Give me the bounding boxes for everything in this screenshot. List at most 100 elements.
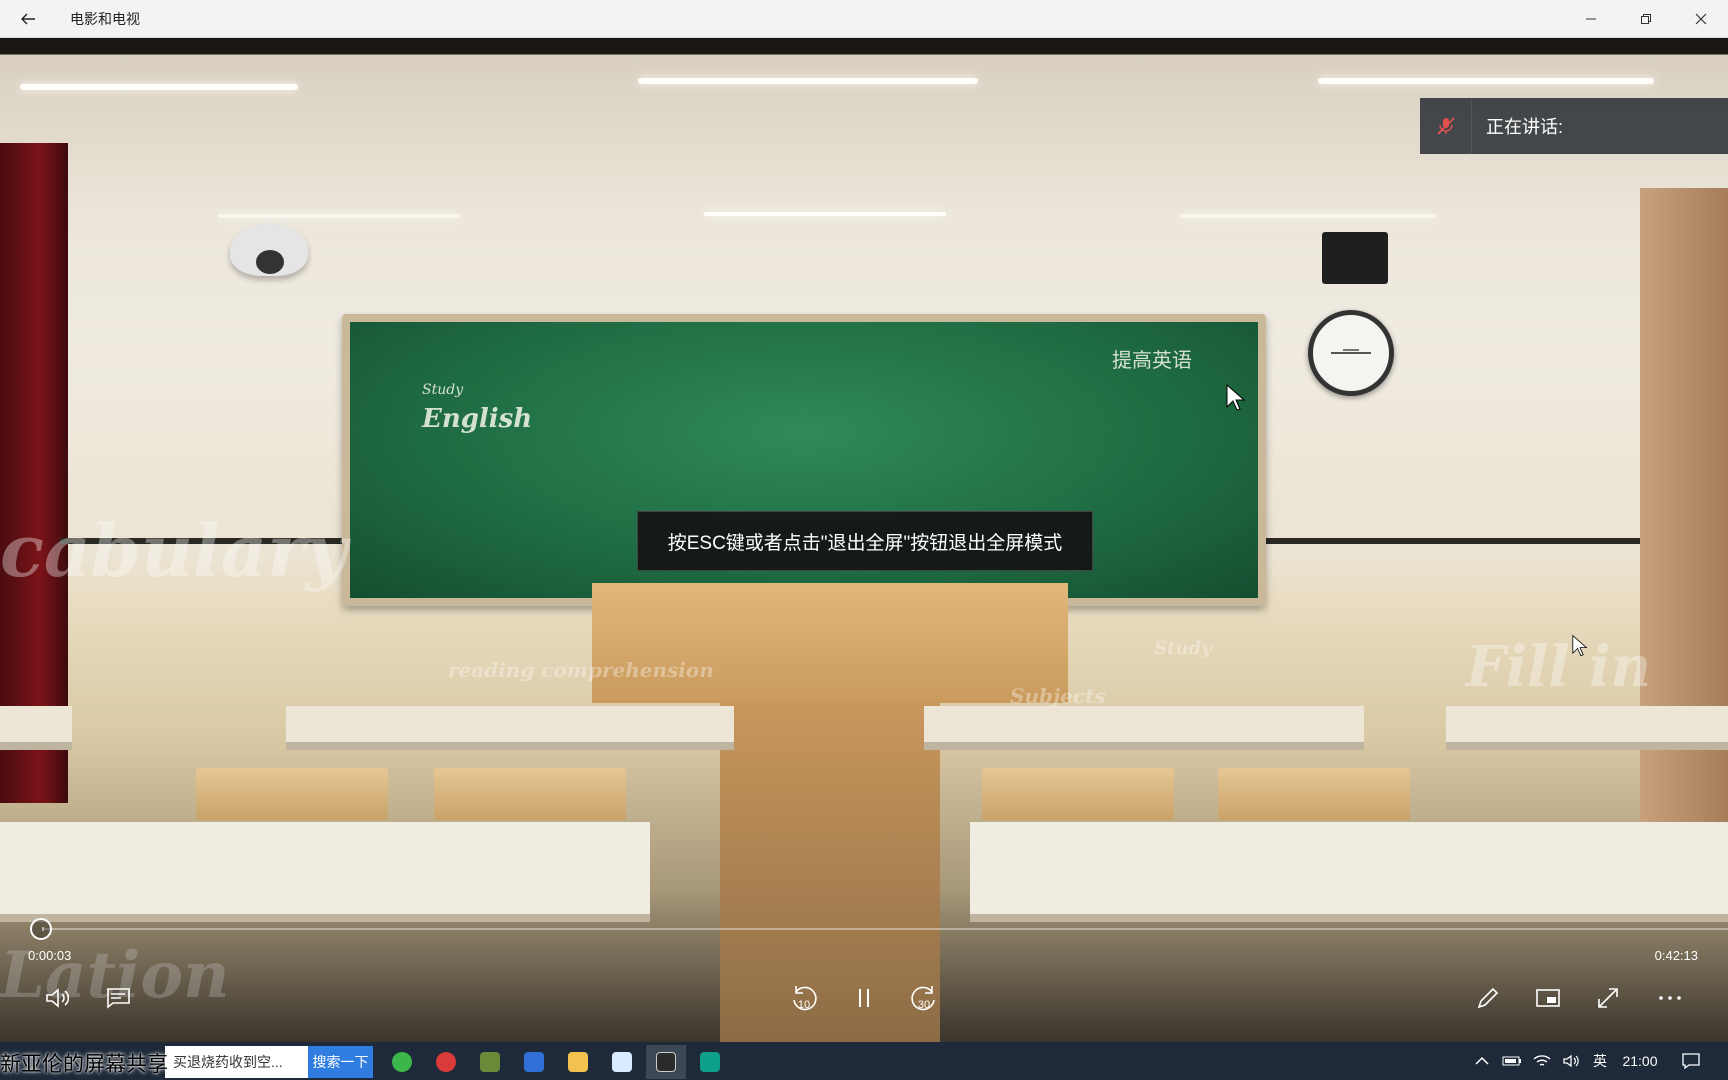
subtitles-icon xyxy=(107,988,130,1009)
tray-battery[interactable] xyxy=(1498,1042,1526,1080)
clapperboard-icon xyxy=(656,1052,676,1072)
chalk-study: Study xyxy=(422,382,464,398)
app-red-icon xyxy=(436,1052,456,1072)
taskbar-app-1[interactable] xyxy=(382,1045,422,1079)
minimize-icon xyxy=(1585,18,1596,19)
subtitles-button[interactable] xyxy=(96,978,140,1018)
folder-icon xyxy=(568,1052,588,1072)
taskbar-app-4[interactable] xyxy=(514,1045,554,1079)
skip-forward-button[interactable]: 30 xyxy=(902,978,946,1018)
app-blue-icon xyxy=(524,1052,544,1072)
watermark-text: reading comprehension xyxy=(448,658,714,682)
tray-volume[interactable] xyxy=(1558,1042,1586,1080)
back-arrow-icon xyxy=(21,13,35,24)
mini-view-button[interactable] xyxy=(1526,978,1570,1018)
desk xyxy=(286,706,734,750)
side-wall xyxy=(1640,188,1728,888)
ceiling-light xyxy=(704,212,946,216)
skip-back-icon: 10 xyxy=(793,986,817,1011)
minimize-button[interactable] xyxy=(1563,0,1618,38)
speaking-label: 正在讲话: xyxy=(1486,117,1564,137)
close-icon xyxy=(1695,13,1706,24)
ceiling-light xyxy=(20,84,298,90)
desk xyxy=(0,822,650,922)
mouse-cursor-icon xyxy=(1572,634,1588,657)
ceiling-light xyxy=(1318,78,1654,84)
taskbar-app-6[interactable] xyxy=(602,1045,642,1079)
taskbar-app-3[interactable] xyxy=(470,1045,510,1079)
seek-thumb[interactable] xyxy=(30,918,52,940)
ceiling-light xyxy=(1180,214,1436,218)
taskbar-file-explorer[interactable] xyxy=(558,1045,598,1079)
security-camera xyxy=(230,224,308,276)
watermark-text: Fill in xyxy=(1466,634,1652,700)
fullscreen-icon xyxy=(1598,988,1618,1008)
ime-label: 英 xyxy=(1593,1053,1607,1069)
curtain xyxy=(0,143,68,803)
fullscreen-button[interactable] xyxy=(1586,978,1630,1018)
search-text: 买退烧药收到空... xyxy=(173,1054,283,1070)
seek-bar[interactable] xyxy=(42,928,1728,930)
tray-clock[interactable]: 21:00 xyxy=(1614,1042,1666,1080)
wall-clock xyxy=(1308,310,1394,396)
taskbar-app-8[interactable] xyxy=(690,1045,730,1079)
chalk-chinese: 提高英语 xyxy=(1112,348,1192,372)
more-options-button[interactable] xyxy=(1648,978,1692,1018)
watermark-text: Study xyxy=(1154,638,1212,659)
watermark-text: Subjects xyxy=(1010,684,1106,708)
desk xyxy=(924,706,1364,750)
desk xyxy=(1446,706,1728,750)
current-time: 0:00:03 xyxy=(28,948,72,963)
chair xyxy=(196,768,388,820)
app-chart-icon xyxy=(700,1052,720,1072)
pause-icon xyxy=(859,989,869,1007)
title-bar: 电影和电视 xyxy=(0,0,1728,38)
pause-button[interactable] xyxy=(842,978,886,1018)
ceiling-light xyxy=(638,78,978,84)
notification-icon xyxy=(1682,1053,1700,1069)
volume-icon xyxy=(46,988,70,1008)
pencil-icon xyxy=(1477,987,1499,1009)
mic-muted-button[interactable] xyxy=(1420,98,1472,154)
search-button[interactable]: 搜索一下 xyxy=(308,1046,373,1078)
close-button[interactable] xyxy=(1673,0,1728,38)
restore-button[interactable] xyxy=(1618,0,1673,38)
ceiling-light xyxy=(218,214,460,218)
restore-icon xyxy=(1640,13,1651,24)
wifi-icon xyxy=(1533,1055,1551,1066)
tray-ime[interactable]: 英 xyxy=(1588,1042,1612,1080)
taskbar-app-2[interactable] xyxy=(426,1045,466,1079)
notifications-button[interactable] xyxy=(1676,1042,1706,1080)
fullscreen-toast: 按ESC键或者点击"退出全屏"按钮退出全屏模式 xyxy=(637,511,1093,571)
tray-overflow-button[interactable] xyxy=(1470,1042,1494,1080)
mouse-cursor-icon xyxy=(1226,384,1246,411)
more-icon xyxy=(1659,996,1681,1000)
screen-share-label: 新亚伦的屏幕共享 xyxy=(0,1053,168,1076)
chair xyxy=(434,768,626,820)
app-box-icon xyxy=(480,1052,500,1072)
app-green-icon xyxy=(392,1052,412,1072)
edit-button[interactable] xyxy=(1466,978,1510,1018)
desk xyxy=(970,822,1728,922)
taskbar-search-box[interactable]: 买退烧药收到空... xyxy=(165,1046,308,1078)
clock-time: 21:00 xyxy=(1622,1053,1658,1069)
taskbar-movies-tv[interactable] xyxy=(646,1045,686,1079)
speaker-icon xyxy=(1563,1054,1579,1068)
skip-forward-icon: 30 xyxy=(911,986,935,1011)
app-network-icon xyxy=(612,1052,632,1072)
svg-text:30: 30 xyxy=(918,999,930,1011)
search-button-label: 搜索一下 xyxy=(312,1054,369,1070)
speaking-panel: 正在讲话: xyxy=(1420,98,1728,154)
tray-wifi[interactable] xyxy=(1528,1042,1556,1080)
volume-button[interactable] xyxy=(36,978,80,1018)
mic-muted-icon xyxy=(1436,117,1455,135)
desk xyxy=(0,706,72,750)
watermark-text: cabulary xyxy=(0,508,347,593)
wall-speaker xyxy=(1322,232,1388,284)
back-button[interactable] xyxy=(0,0,56,38)
svg-text:10: 10 xyxy=(798,999,810,1011)
skip-back-button[interactable]: 10 xyxy=(782,978,826,1018)
total-time: 0:42:13 xyxy=(1654,948,1698,963)
chair xyxy=(982,768,1174,820)
chair xyxy=(1218,768,1410,820)
